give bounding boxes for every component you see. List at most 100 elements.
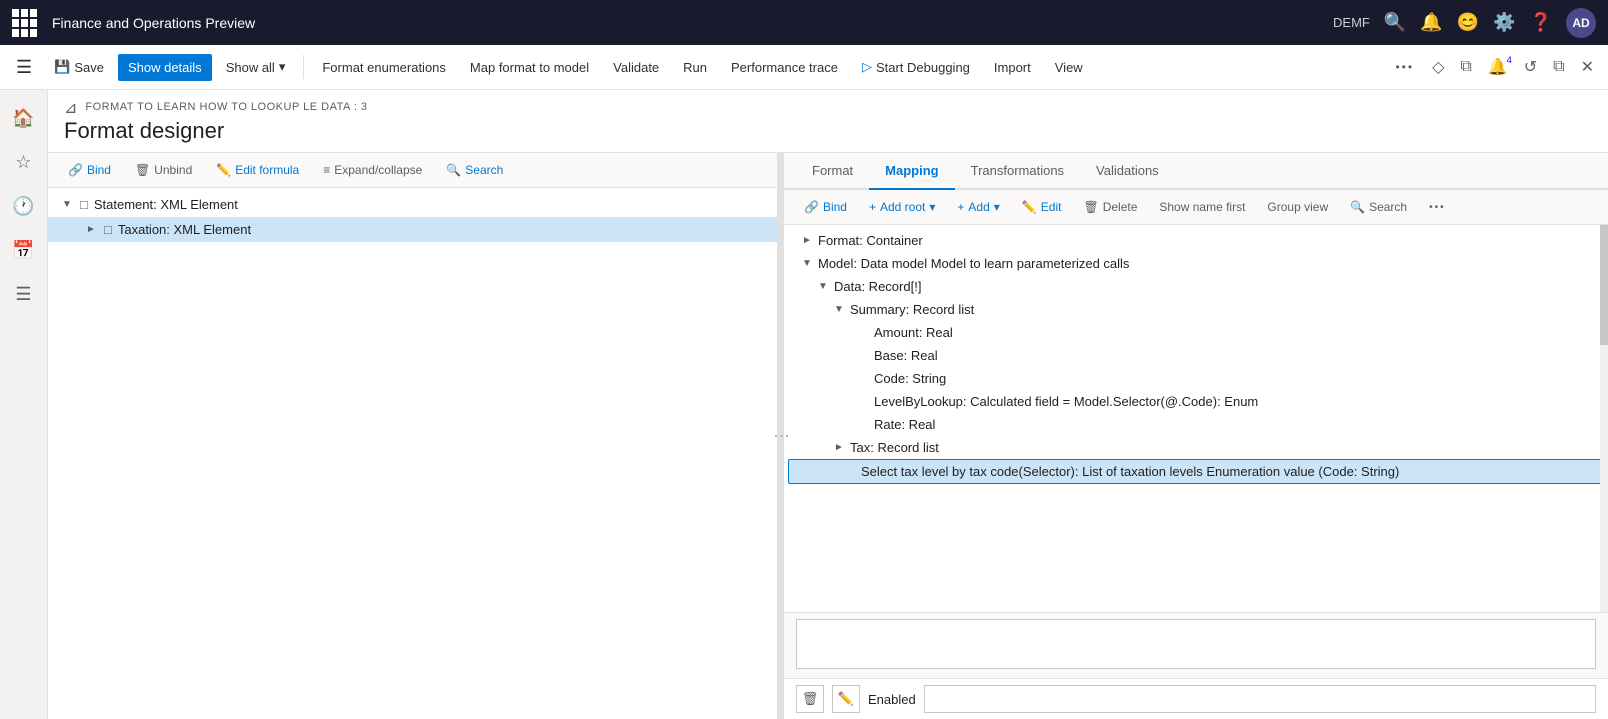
tree-item[interactable]: ► □ Taxation: XML Element <box>48 217 777 242</box>
scrollbar-track[interactable] <box>1600 225 1608 612</box>
avatar[interactable]: AD <box>1566 8 1596 38</box>
more-options-button[interactable]: ••• <box>1421 198 1454 217</box>
left-nav: 🏠 ☆ 🕐 📅 ☰ <box>0 90 48 719</box>
mapping-item-label: LevelByLookup: Calculated field = Model.… <box>874 394 1258 409</box>
performance-trace-button[interactable]: Performance trace <box>721 54 848 81</box>
mapping-item-label: Data: Record[!] <box>834 279 921 294</box>
unbind-button[interactable]: 🗑 Unbind <box>127 159 200 181</box>
tab-transformations[interactable]: Transformations <box>955 153 1080 190</box>
tab-validations[interactable]: Validations <box>1080 153 1175 190</box>
toolbar-refresh-icon[interactable]: ↺ <box>1518 53 1543 81</box>
nav-list-icon[interactable]: ☰ <box>4 274 44 314</box>
mapping-item[interactable]: Amount: Real <box>784 321 1608 344</box>
mapping-item[interactable]: ► Tax: Record list <box>784 436 1608 459</box>
mapping-item-label: Model: Data model Model to learn paramet… <box>818 256 1129 271</box>
mapping-item[interactable]: ▼ Model: Data model Model to learn param… <box>784 252 1608 275</box>
group-view-button[interactable]: Group view <box>1259 196 1336 218</box>
notification-icon[interactable]: 🔔 <box>1420 12 1442 33</box>
hamburger-icon[interactable]: ☰ <box>8 53 40 82</box>
chevron-down-icon: ▼ <box>832 304 846 315</box>
mapping-item-label: Amount: Real <box>874 325 953 340</box>
edit-condition-button[interactable]: ✏️ <box>832 685 860 713</box>
map-format-button[interactable]: Map format to model <box>460 54 599 81</box>
tab-mapping[interactable]: Mapping <box>869 153 954 190</box>
chevron-right-icon: ► <box>800 235 814 246</box>
mapping-item[interactable]: ▼ Summary: Record list <box>784 298 1608 321</box>
formula-input[interactable] <box>796 619 1596 669</box>
edit-formula-button[interactable]: ✏️ Edit formula <box>208 159 307 181</box>
nav-star-icon[interactable]: ☆ <box>4 142 44 182</box>
plus-icon: + <box>957 200 964 214</box>
help-icon[interactable]: ❓ <box>1530 12 1552 33</box>
tree-item-label: Statement: XML Element <box>94 197 238 212</box>
tab-format[interactable]: Format <box>796 153 869 190</box>
chevron-down-icon: ▾ <box>994 200 1000 214</box>
toolbar-restore-icon[interactable]: ⧉ <box>1547 54 1570 80</box>
save-icon: 💾 <box>54 59 70 75</box>
search-icon[interactable]: 🔍 <box>1384 12 1406 33</box>
right-bind-button[interactable]: 🔗 Bind <box>796 196 855 218</box>
mapping-item-label: Tax: Record list <box>850 440 939 455</box>
formula-area <box>784 612 1608 678</box>
mapping-item-label: Summary: Record list <box>850 302 974 317</box>
breadcrumb: FORMAT TO LEARN HOW TO LOOKUP LE DATA : … <box>85 101 367 113</box>
mapping-item[interactable]: LevelByLookup: Calculated field = Model.… <box>784 390 1608 413</box>
show-name-first-button[interactable]: Show name first <box>1151 196 1253 218</box>
mapping-item[interactable]: Rate: Real <box>784 413 1608 436</box>
start-debugging-button[interactable]: ▷ Start Debugging <box>852 53 980 81</box>
toolbar-expand-icon[interactable]: ⧉ <box>1454 54 1477 80</box>
ellipsis-icon: ••• <box>1429 202 1446 213</box>
nav-recent-icon[interactable]: 🕐 <box>4 186 44 226</box>
scrollbar-thumb[interactable] <box>1600 225 1608 345</box>
toolbar-diamond-icon[interactable]: ◇ <box>1426 53 1450 81</box>
left-search-button[interactable]: 🔍 Search <box>438 159 511 181</box>
nav-home-icon[interactable]: 🏠 <box>4 98 44 138</box>
content-area: ⊿ FORMAT TO LEARN HOW TO LOOKUP LE DATA … <box>48 90 1608 719</box>
import-button[interactable]: Import <box>984 54 1041 81</box>
save-button[interactable]: 💾 Save <box>44 53 114 81</box>
tree-area: ▼ □ Statement: XML Element ► □ Taxation:… <box>48 188 777 719</box>
page-title: Format designer <box>64 118 1592 144</box>
mapping-item[interactable]: Code: String <box>784 367 1608 390</box>
mapping-item[interactable]: ► Format: Container <box>784 229 1608 252</box>
edit-icon: ✏️ <box>838 691 854 707</box>
show-details-button[interactable]: Show details <box>118 54 212 81</box>
titlebar-right: DEMF 🔍 🔔 😊 ⚙️ ❓ AD <box>1333 8 1596 38</box>
delete-condition-button[interactable]: 🗑 <box>796 685 824 713</box>
debug-icon: ▷ <box>862 59 872 75</box>
right-search-button[interactable]: 🔍 Search <box>1342 196 1415 218</box>
expand-collapse-button[interactable]: ≡ Expand/collapse <box>315 159 430 181</box>
user-face-icon[interactable]: 😊 <box>1457 12 1479 33</box>
bind-button[interactable]: 🔗 Bind <box>60 159 119 181</box>
chevron-right-icon: ► <box>832 442 846 453</box>
chevron-down-icon: ▼ <box>800 258 814 269</box>
selected-formula-item[interactable]: Select tax level by tax code(Selector): … <box>788 459 1604 484</box>
mapping-item[interactable]: ▼ Data: Record[!] <box>784 275 1608 298</box>
show-all-button[interactable]: Show all ▾ <box>216 53 296 81</box>
app-grid-icon[interactable] <box>12 9 40 37</box>
left-panel: 🔗 Bind 🗑 Unbind ✏️ Edit formula ≡ Expand… <box>48 153 778 719</box>
delete-button[interactable]: 🗑 Delete <box>1075 196 1145 218</box>
view-button[interactable]: View <box>1045 54 1093 81</box>
chevron-down-icon: ▾ <box>279 59 286 75</box>
format-enumerations-button[interactable]: Format enumerations <box>312 54 456 81</box>
mapping-item[interactable]: Base: Real <box>784 344 1608 367</box>
nav-calendar-icon[interactable]: 📅 <box>4 230 44 270</box>
mapping-item-label: Rate: Real <box>874 417 935 432</box>
main-layout: 🏠 ☆ 🕐 📅 ☰ ⊿ FORMAT TO LEARN HOW TO LOOKU… <box>0 90 1608 719</box>
link-icon: 🔗 <box>804 200 819 214</box>
tree-item[interactable]: ▼ □ Statement: XML Element <box>48 192 777 217</box>
toolbar-close-icon[interactable]: ✕ <box>1575 53 1600 81</box>
filter-icon[interactable]: ⊿ <box>64 98 77 118</box>
run-button[interactable]: Run <box>673 54 717 81</box>
tenant-code: DEMF <box>1333 15 1370 30</box>
add-button[interactable]: + Add ▾ <box>949 196 1007 218</box>
toolbar-more-icon[interactable]: ••• <box>1387 56 1422 78</box>
chevron-down-icon: ▼ <box>816 281 830 292</box>
validate-button[interactable]: Validate <box>603 54 669 81</box>
edit-button[interactable]: ✏️ Edit <box>1014 196 1070 218</box>
toolbar-badge-icon[interactable]: 🔔4 <box>1482 53 1514 81</box>
enabled-input[interactable] <box>924 685 1596 713</box>
add-root-button[interactable]: + Add root ▾ <box>861 196 943 218</box>
settings-icon[interactable]: ⚙️ <box>1493 12 1515 33</box>
